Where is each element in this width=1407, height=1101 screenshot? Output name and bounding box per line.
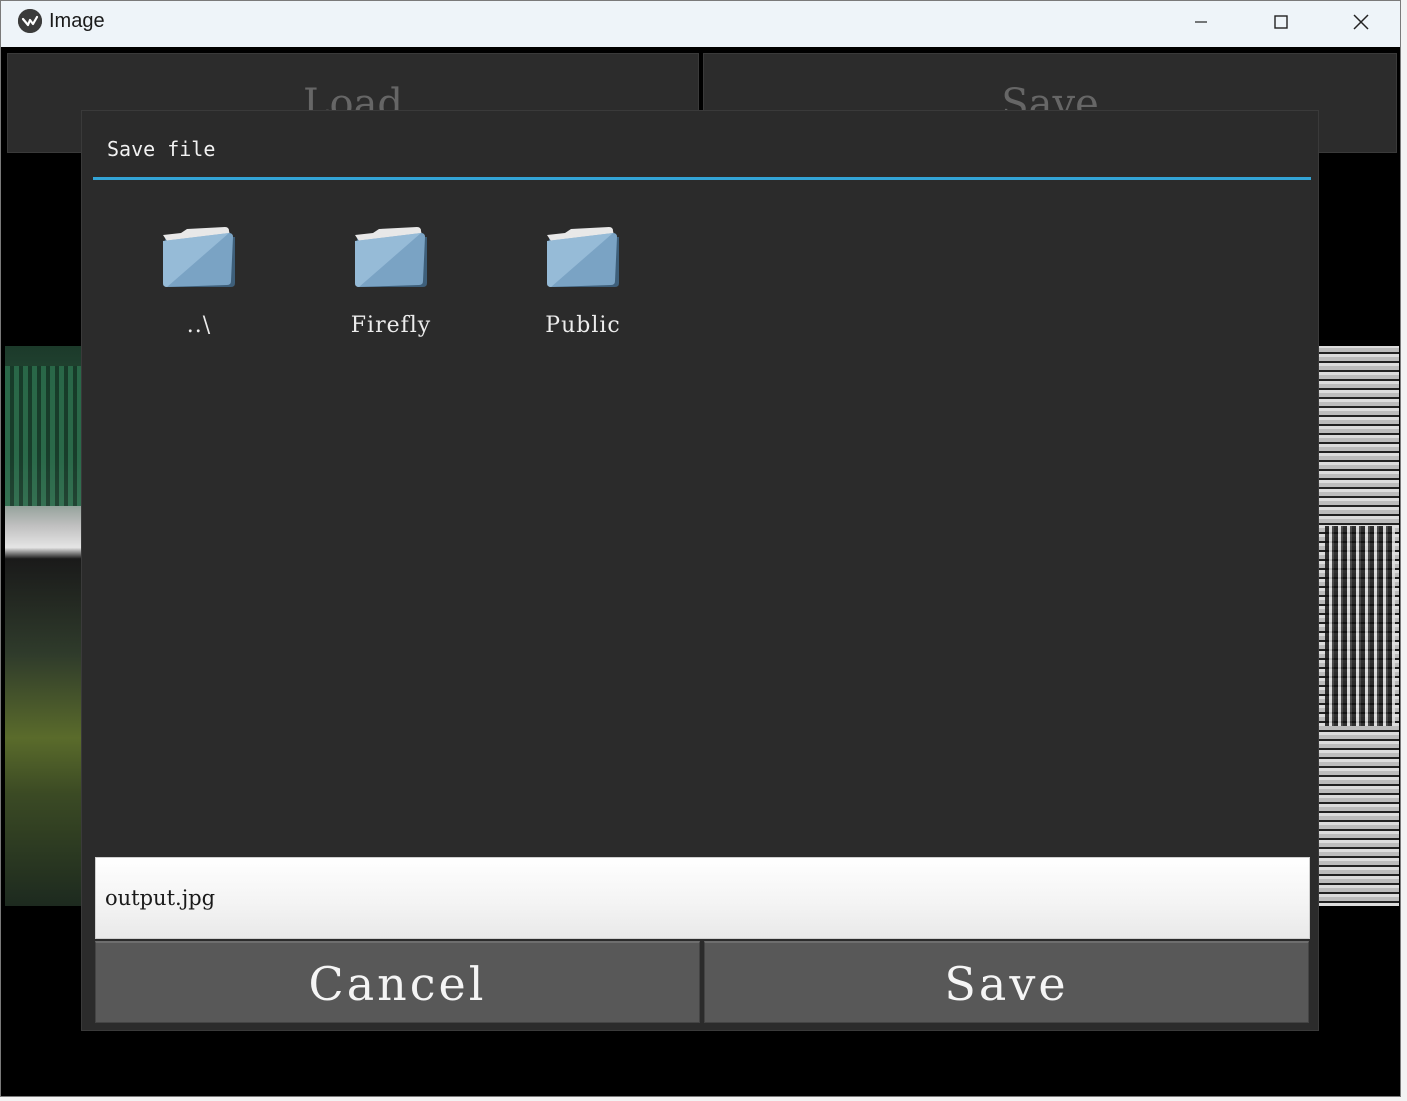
folder-icon: [355, 227, 427, 287]
file-item-label: Firefly: [350, 313, 432, 338]
file-item-firefly[interactable]: Firefly: [331, 223, 451, 338]
window-title: Image: [49, 10, 105, 32]
dialog-title-separator: [93, 177, 1311, 180]
close-icon: [1353, 14, 1369, 30]
file-item-parent-dir[interactable]: ..\: [139, 223, 259, 338]
dialog-save-button[interactable]: Save: [704, 941, 1309, 1023]
file-item-label: Public: [545, 313, 621, 338]
folder-icon: [547, 227, 619, 287]
maximize-icon: [1274, 15, 1288, 29]
app-content: Load Save Save file ..\ Firefly Public o…: [1, 48, 1400, 1096]
dialog-title: Save file: [107, 137, 216, 161]
title-bar[interactable]: Image: [1, 1, 1400, 47]
app-window: Image Load Save Save file ..\ Firefly Pu…: [0, 0, 1401, 1097]
folder-icon: [163, 227, 235, 287]
original-image-preview: [5, 346, 81, 906]
minimize-button[interactable]: [1171, 1, 1231, 43]
kivy-app-icon: [18, 9, 42, 33]
processed-image-preview: [1319, 346, 1399, 906]
file-item-label: ..\: [186, 313, 212, 338]
filename-input[interactable]: [95, 857, 1310, 939]
save-file-dialog: Save file ..\ Firefly Public output.jpg …: [81, 110, 1319, 1031]
file-item-public[interactable]: Public: [523, 223, 643, 338]
minimize-icon: [1195, 21, 1207, 23]
close-button[interactable]: [1331, 1, 1391, 43]
cancel-button[interactable]: Cancel: [95, 941, 700, 1023]
maximize-button[interactable]: [1251, 1, 1311, 43]
